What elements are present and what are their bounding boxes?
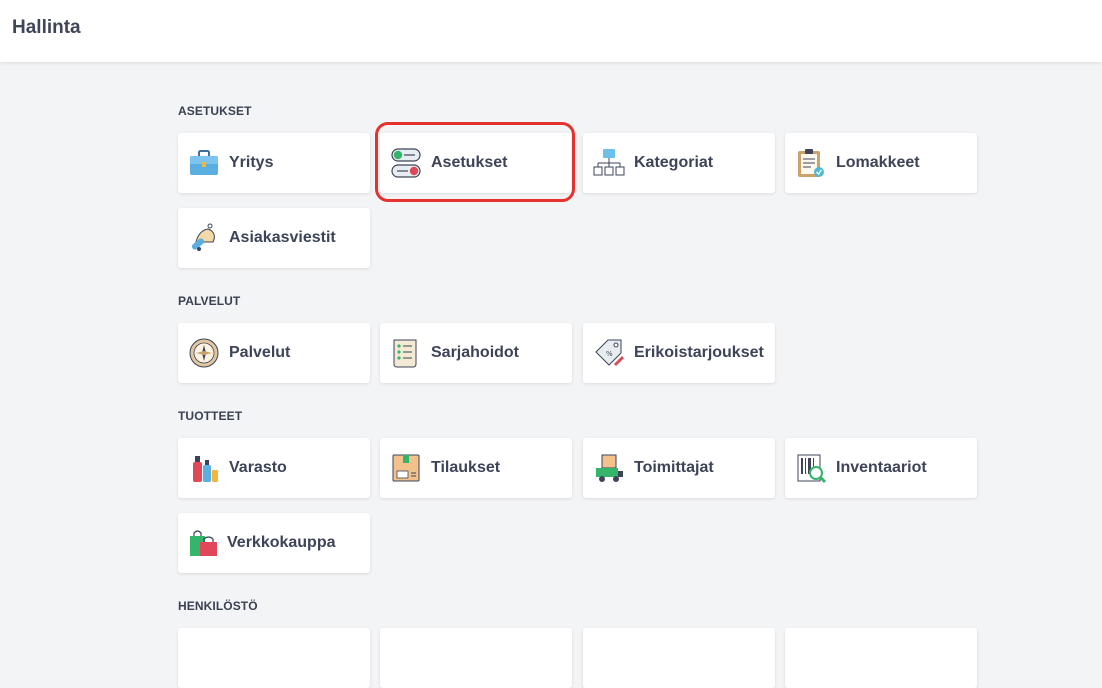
card-partial[interactable]: [583, 628, 775, 688]
bottles-icon: [193, 456, 218, 482]
section-title-palvelut: PALVELUT: [178, 294, 241, 308]
card-label: Varasto: [229, 459, 287, 476]
section-title-asetukset: ASETUKSET: [178, 104, 252, 118]
card-label: Inventaariot: [836, 459, 927, 476]
compass-icon: [189, 338, 219, 368]
card-sarjahoidot[interactable]: Sarjahoidot: [380, 323, 572, 383]
svg-text:%: %: [606, 350, 613, 358]
card-inventaariot[interactable]: Inventaariot: [785, 438, 977, 498]
card-label: Asiakasviestit: [229, 229, 336, 246]
hierarchy-icon: [593, 149, 625, 176]
briefcase-icon: [190, 150, 218, 175]
page-title: Hallinta: [12, 17, 81, 38]
bell-icon: [191, 223, 215, 251]
card-label: Yritys: [229, 154, 274, 171]
card-lomakkeet[interactable]: Lomakkeet: [785, 133, 977, 193]
card-toimittajat[interactable]: Toimittajat: [583, 438, 775, 498]
card-asetukset[interactable]: Asetukset: [380, 133, 572, 193]
price-tag-icon: %: [595, 339, 625, 367]
shopping-bags-icon: [190, 530, 217, 556]
card-partial[interactable]: [785, 628, 977, 688]
section-title-tuotteet: TUOTTEET: [178, 409, 243, 423]
card-verkkokauppa[interactable]: Verkkokauppa: [178, 513, 370, 573]
card-label: Sarjahoidot: [431, 344, 520, 361]
section-title-henkilosto: HENKILÖSTÖ: [178, 599, 258, 613]
box-icon: [392, 454, 420, 482]
card-label: Kategoriat: [634, 154, 714, 171]
card-erikoistarjoukset[interactable]: % Erikoistarjoukset: [583, 323, 775, 383]
card-label: Lomakkeet: [836, 154, 920, 171]
barcode-icon: [797, 454, 827, 484]
card-label: Asetukset: [431, 154, 508, 171]
card-tilaukset[interactable]: Tilaukset: [380, 438, 572, 498]
card-label: Palvelut: [229, 344, 291, 361]
card-palvelut[interactable]: Palvelut: [178, 323, 370, 383]
toggle-switches-icon: [391, 148, 421, 178]
list-scroll-icon: [393, 339, 417, 368]
card-label: Erikoistarjoukset: [634, 344, 764, 361]
delivery-truck-icon: [596, 454, 623, 482]
card-varasto[interactable]: Varasto: [178, 438, 370, 498]
card-kategoriat[interactable]: Kategoriat: [583, 133, 775, 193]
card-label: Toimittajat: [634, 459, 714, 476]
top-bar: Hallinta: [0, 0, 1102, 62]
clipboard-icon: [798, 149, 824, 177]
card-label: Tilaukset: [431, 459, 501, 476]
card-partial[interactable]: [380, 628, 572, 688]
card-asiakasviestit[interactable]: Asiakasviestit: [178, 208, 370, 268]
card-label: Verkkokauppa: [227, 534, 336, 551]
card-partial[interactable]: [178, 628, 370, 688]
card-yritys[interactable]: Yritys: [178, 133, 370, 193]
